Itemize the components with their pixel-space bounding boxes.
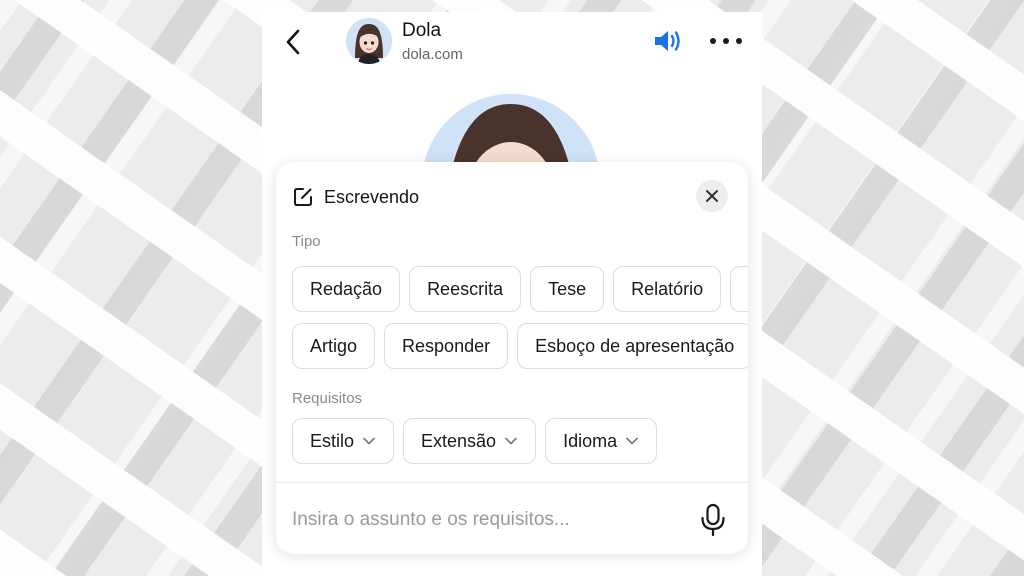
requirement-dropdown-idioma[interactable]: Idioma xyxy=(545,418,658,464)
back-button[interactable] xyxy=(280,28,306,56)
microphone-icon xyxy=(701,503,725,537)
chevron-down-icon xyxy=(626,437,638,445)
type-chip-esboco-apresentacao[interactable]: Esboço de apresentação xyxy=(517,323,748,369)
type-section-label: Tipo xyxy=(292,233,321,250)
requirement-dropdown-estilo[interactable]: Estilo xyxy=(292,418,395,464)
microphone-button[interactable] xyxy=(698,503,728,537)
panel-title: Escrevendo xyxy=(324,186,420,207)
contact-name: Dola xyxy=(402,20,442,41)
topic-input-row xyxy=(276,482,748,554)
close-button[interactable] xyxy=(696,180,728,212)
chevron-down-icon xyxy=(363,437,375,445)
chevron-left-icon xyxy=(286,29,300,55)
requirements-section-label: Requisitos xyxy=(292,390,363,407)
requirement-label: Estilo xyxy=(310,430,355,451)
avatar-image xyxy=(346,18,392,64)
app-window: Dola dola.com Escrevendo Tipo Redação Re… xyxy=(262,12,762,576)
type-chip-row-2: Artigo Responder Esboço de apresentação xyxy=(292,323,748,369)
chat-header: Dola dola.com xyxy=(262,12,762,74)
panel-header: Escrevendo xyxy=(292,184,419,210)
chevron-down-icon xyxy=(505,437,517,445)
speaker-icon xyxy=(655,31,680,51)
more-options-button[interactable] xyxy=(710,30,742,52)
contact-domain: dola.com xyxy=(402,46,463,63)
requirements-chip-row: Estilo Extensão Idioma xyxy=(292,418,658,464)
edit-icon xyxy=(294,188,312,206)
type-chip-responder[interactable]: Responder xyxy=(384,323,509,369)
type-chip-row-1: Redação Reescrita Tese Relatório xyxy=(292,266,748,312)
requirement-label: Idioma xyxy=(563,430,618,451)
type-chip-redacao[interactable]: Redação xyxy=(292,266,401,312)
topic-input[interactable] xyxy=(292,503,682,537)
more-horizontal-icon xyxy=(710,38,716,44)
close-icon xyxy=(706,190,718,202)
speaker-button[interactable] xyxy=(652,26,684,56)
type-chip-reescrita[interactable]: Reescrita xyxy=(409,266,522,312)
more-horizontal-icon-dot xyxy=(723,38,729,44)
more-horizontal-icon-dot xyxy=(736,38,742,44)
type-chip-relatorio[interactable]: Relatório xyxy=(613,266,722,312)
type-chip-more[interactable] xyxy=(730,266,748,312)
type-chip-tese[interactable]: Tese xyxy=(530,266,605,312)
avatar[interactable] xyxy=(346,18,392,64)
type-chip-artigo[interactable]: Artigo xyxy=(292,323,376,369)
writing-panel: Escrevendo Tipo Redação Reescrita Tese R… xyxy=(276,162,748,554)
requirement-label: Extensão xyxy=(421,430,497,451)
requirement-dropdown-extensao[interactable]: Extensão xyxy=(403,418,537,464)
